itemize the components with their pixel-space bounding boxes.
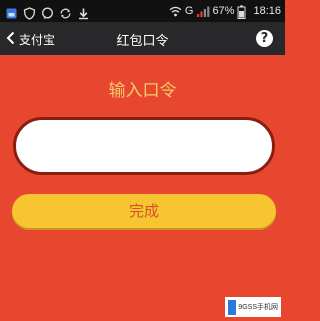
watermark-text: 9GSS手机网 [238, 304, 278, 311]
network-type-label: G [184, 5, 194, 17]
help-button[interactable]: ? [256, 30, 273, 47]
status-bar: G 67% 18:16 [0, 0, 285, 22]
photo-icon [5, 5, 18, 18]
shield-icon [23, 5, 36, 20]
sync-icon [59, 5, 72, 18]
clock: 18:16 [253, 5, 281, 17]
system-status: G 67% 18:16 [169, 2, 281, 20]
watermark: 9GSS手机网 [225, 297, 281, 317]
enter-code-heading: 输入口令 [108, 81, 177, 101]
question-mark-icon: ? [260, 31, 269, 46]
battery-percent: 67% [212, 5, 235, 17]
notification-icons [5, 3, 90, 20]
download-icon [77, 5, 90, 19]
page-title: 红包口令 [116, 34, 169, 49]
wifi-icon [169, 5, 182, 18]
code-input[interactable] [13, 117, 275, 175]
chat-icon [41, 5, 54, 19]
done-button[interactable]: 完成 [12, 194, 276, 228]
nav-bar: 支付宝 红包口令 ? [0, 22, 285, 55]
battery-icon [237, 5, 250, 19]
watermark-logo-icon [228, 299, 237, 315]
signal-icon [196, 5, 210, 18]
